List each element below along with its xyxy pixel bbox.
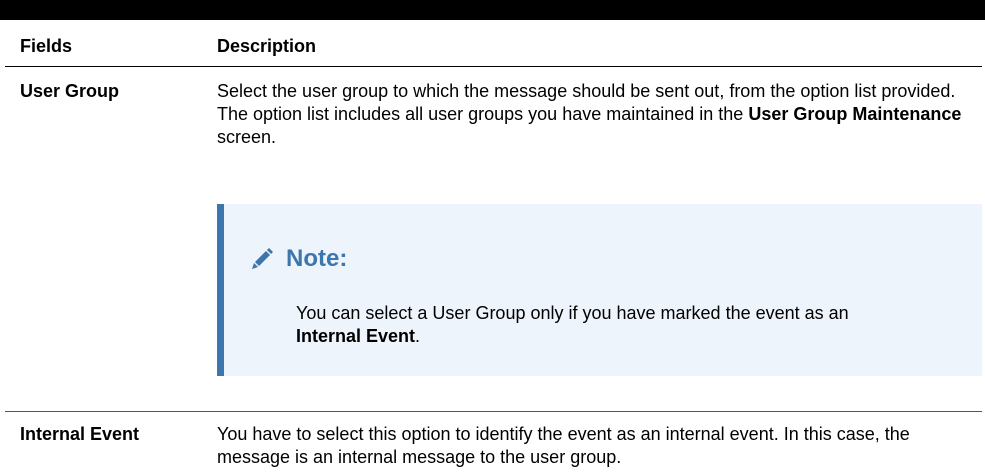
field-name-internal-event: Internal Event — [20, 424, 140, 444]
top-rule — [0, 0, 985, 20]
note-body-text: You can select a User Group only if you … — [296, 303, 849, 323]
row-divider — [5, 411, 982, 412]
note-title: Note: — [286, 245, 348, 272]
column-header-description: Description — [217, 36, 317, 56]
note-box: Note: You can select a User Group only i… — [217, 204, 982, 376]
note-body-end: . — [415, 326, 421, 346]
description-user-group: Select the user group to which the messa… — [217, 80, 977, 149]
description-emphasis: User Group Maintenance — [748, 104, 962, 124]
pencil-icon — [252, 248, 273, 269]
description-text-end: screen. — [217, 127, 277, 147]
description-internal-event: You have to select this option to identi… — [217, 424, 910, 467]
field-name-user-group: User Group — [20, 81, 120, 101]
note-body: You can select a User Group only if you … — [296, 302, 916, 348]
header-divider — [5, 66, 982, 67]
column-header-fields: Fields — [20, 36, 73, 56]
note-body-emphasis: Internal Event — [296, 326, 416, 346]
